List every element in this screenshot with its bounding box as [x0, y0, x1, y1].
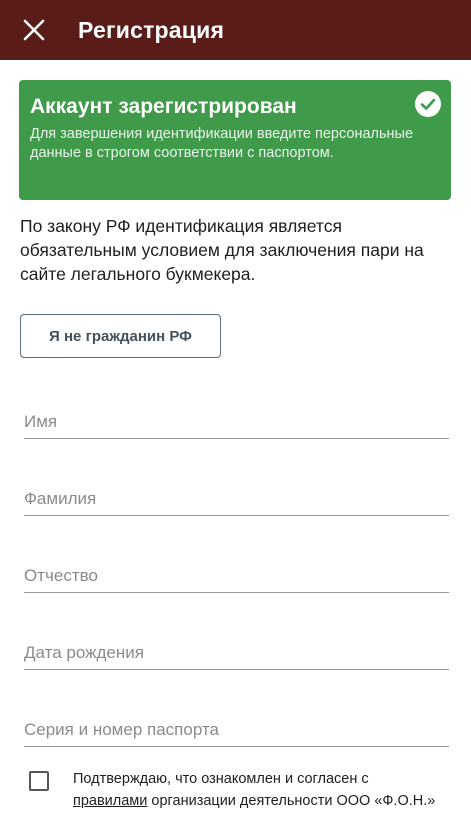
last-name-field[interactable] [24, 482, 449, 516]
passport-input[interactable] [24, 713, 449, 746]
not-citizen-button[interactable]: Я не гражданин РФ [20, 314, 221, 358]
success-banner: Аккаунт зарегистрирован Для завершения и… [19, 80, 451, 200]
patronymic-input[interactable] [24, 559, 449, 592]
consent-text-after: организации деятельности ООО «Ф.О.Н.» [147, 793, 436, 809]
check-circle-icon [415, 91, 441, 117]
patronymic-field[interactable] [24, 559, 449, 593]
birth-date-input[interactable] [24, 636, 449, 669]
consent-text-before: Подтверждаю, что ознакомлен и согласен с [73, 771, 369, 787]
last-name-input[interactable] [24, 482, 449, 515]
first-name-field[interactable] [24, 405, 449, 439]
close-icon [23, 19, 45, 41]
consent-checkbox[interactable] [29, 771, 49, 791]
close-button[interactable] [4, 0, 64, 60]
rules-link[interactable]: правилами [73, 793, 147, 809]
app-bar: Регистрация [0, 0, 471, 60]
intro-text: По закону РФ идентификация является обяз… [20, 216, 424, 284]
birth-date-field[interactable] [24, 636, 449, 670]
page-title: Регистрация [78, 16, 225, 43]
passport-field[interactable] [24, 713, 449, 747]
first-name-input[interactable] [24, 405, 449, 438]
banner-title: Аккаунт зарегистрирован [30, 95, 297, 118]
banner-text: Для завершения идентификации введите пер… [30, 126, 414, 161]
consent-text: Подтверждаю, что ознакомлен и согласен с… [73, 768, 443, 812]
